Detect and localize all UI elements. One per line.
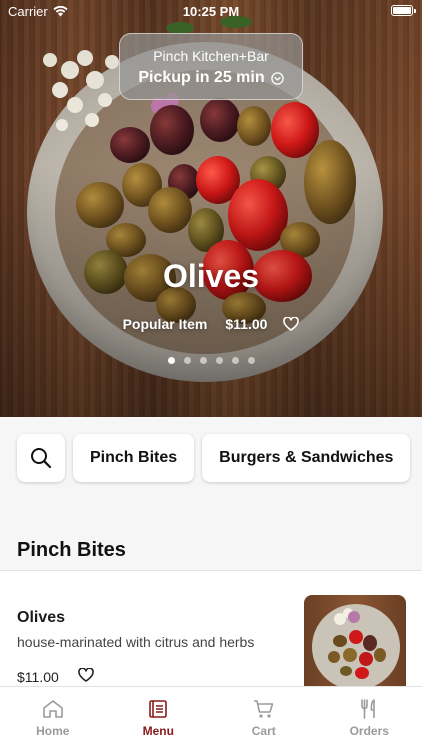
carousel-dot[interactable] [199,357,207,364]
popular-item-tag: Popular Item [122,316,208,332]
heart-icon[interactable] [78,668,94,682]
carousel-dot[interactable] [183,357,191,364]
featured-item-title: Olives [162,258,260,294]
status-bar: Carrier 10:25 PM [0,0,422,22]
tab-home-label: Home [36,724,70,738]
chevron-down-circle-icon [270,71,284,85]
restaurant-name: Pinch Kitchen+Bar [153,48,269,64]
carousel-dot[interactable] [167,357,175,364]
favorite-heart-icon[interactable] [283,317,300,331]
tab-cart[interactable]: Cart [211,687,317,750]
category-bar: Pinch Bites Burgers & Sandwiches [17,434,411,482]
home-icon [42,700,63,718]
tab-menu[interactable]: Menu [106,687,212,750]
carousel-dot[interactable] [247,357,255,364]
pickup-eta-label: Pickup in 25 min [138,69,265,86]
pickup-location-button[interactable]: Pinch Kitchen+Bar Pickup in 25 min [119,33,303,100]
menu-item-thumbnail [304,595,406,691]
section-title: Pinch Bites [17,539,126,561]
tab-cart-label: Cart [251,724,276,738]
menu-item-description: house-marinated with citrus and herbs [17,634,255,650]
menu-icon [149,700,168,718]
carousel-dot[interactable] [215,357,223,364]
featured-item-meta: Popular Item $11.00 [0,316,422,332]
hero-banner[interactable]: Carrier 10:25 PM Pinch Kitchen+Bar Picku… [0,0,422,417]
status-time: 10:25 PM [182,4,240,19]
tab-orders-label: Orders [349,724,389,738]
carousel-dot[interactable] [231,357,239,364]
tab-home[interactable]: Home [0,687,106,750]
tab-orders[interactable]: Orders [317,687,422,750]
search-button[interactable] [17,434,65,482]
pickup-eta: Pickup in 25 min [120,69,302,87]
menu-item-card[interactable]: Olives house-marinated with citrus and h… [0,571,422,691]
menu-item-name: Olives [17,609,66,626]
carousel-page-indicator[interactable] [0,357,422,364]
battery-icon [391,5,416,16]
category-chip-pinch-bites[interactable]: Pinch Bites [73,434,195,482]
featured-item-price: $11.00 [225,316,268,332]
cart-icon [253,700,274,718]
category-chip-burgers-sandwiches[interactable]: Burgers & Sandwiches [202,434,411,482]
search-icon [31,448,52,469]
bottom-tab-bar: Home Menu Cart Orders [0,686,422,750]
tab-menu-label: Menu [142,724,174,738]
utensils-icon [361,699,376,719]
menu-item-price: $11.00 [17,669,59,685]
